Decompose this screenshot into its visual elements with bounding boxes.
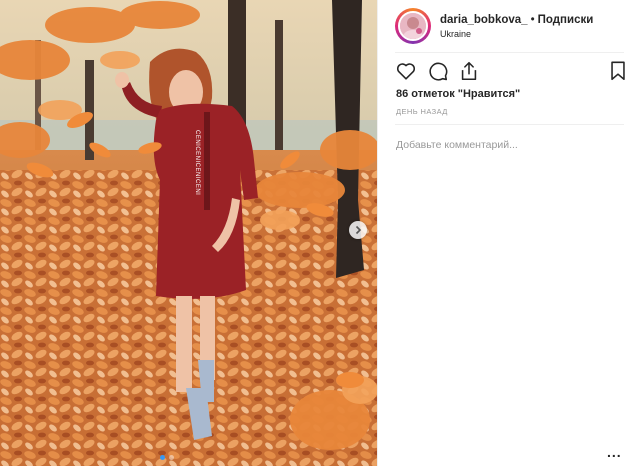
carousel-dot-active xyxy=(160,455,165,460)
comment-bubble-icon[interactable] xyxy=(427,60,449,82)
avatar-image xyxy=(400,13,426,39)
bookmark-icon[interactable] xyxy=(607,60,629,82)
separator-dot: • xyxy=(530,13,535,26)
instagram-post: CENICENICENICENI daria_bobkova_ • Подпис… xyxy=(0,0,636,466)
next-photo-button[interactable] xyxy=(349,221,367,239)
photo-image xyxy=(0,0,377,466)
carousel-dot xyxy=(169,455,174,460)
action-bar xyxy=(395,60,627,84)
user-line: daria_bobkova_ • Подписки xyxy=(440,13,593,27)
dress-print-text: CENICENICENICENI xyxy=(194,130,200,196)
carousel-indicator xyxy=(160,455,174,460)
chevron-right-icon xyxy=(355,225,362,235)
header-divider xyxy=(395,52,624,53)
likes-count-link[interactable]: 86 отметок "Нравится" xyxy=(396,88,520,100)
avatar-story-ring[interactable] xyxy=(395,8,431,44)
username-link[interactable]: daria_bobkova_ xyxy=(440,14,528,26)
post-header: daria_bobkova_ • Подписки Ukraine xyxy=(395,4,630,48)
avatar[interactable] xyxy=(398,11,428,41)
likes-count: 86 отметок "Нравится" xyxy=(396,88,520,100)
post-timestamp[interactable]: ДЕНЬ НАЗАД xyxy=(396,107,448,116)
location-link[interactable]: Ukraine xyxy=(440,28,593,40)
more-options-button[interactable]: ... xyxy=(607,444,622,460)
user-info: daria_bobkova_ • Подписки Ukraine xyxy=(440,13,593,40)
following-button[interactable]: Подписки xyxy=(538,14,594,26)
comment-input[interactable] xyxy=(396,137,616,153)
share-icon[interactable] xyxy=(458,60,480,82)
heart-icon[interactable] xyxy=(395,60,417,82)
comment-divider xyxy=(395,124,624,125)
post-photo[interactable]: CENICENICENICENI xyxy=(0,0,377,466)
